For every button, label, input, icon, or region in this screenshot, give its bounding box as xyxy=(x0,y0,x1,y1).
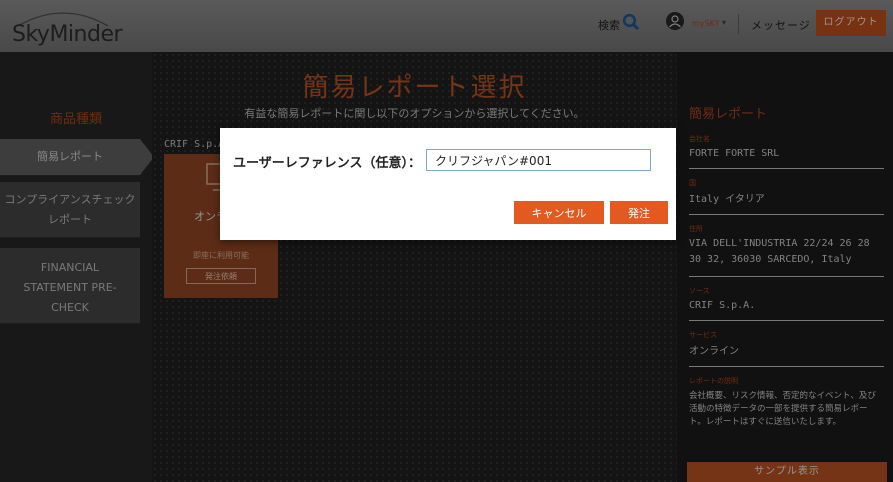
user-reference-input[interactable] xyxy=(426,149,651,171)
send-order-button[interactable]: 発注 xyxy=(610,201,668,224)
user-reference-label: ユーザーレファレンス（任意）： xyxy=(233,156,421,171)
user-reference-dialog: ユーザーレファレンス（任意）： キャンセル 発注 xyxy=(220,128,676,240)
modal-overlay[interactable] xyxy=(0,0,893,482)
cancel-button[interactable]: キャンセル xyxy=(514,201,604,224)
